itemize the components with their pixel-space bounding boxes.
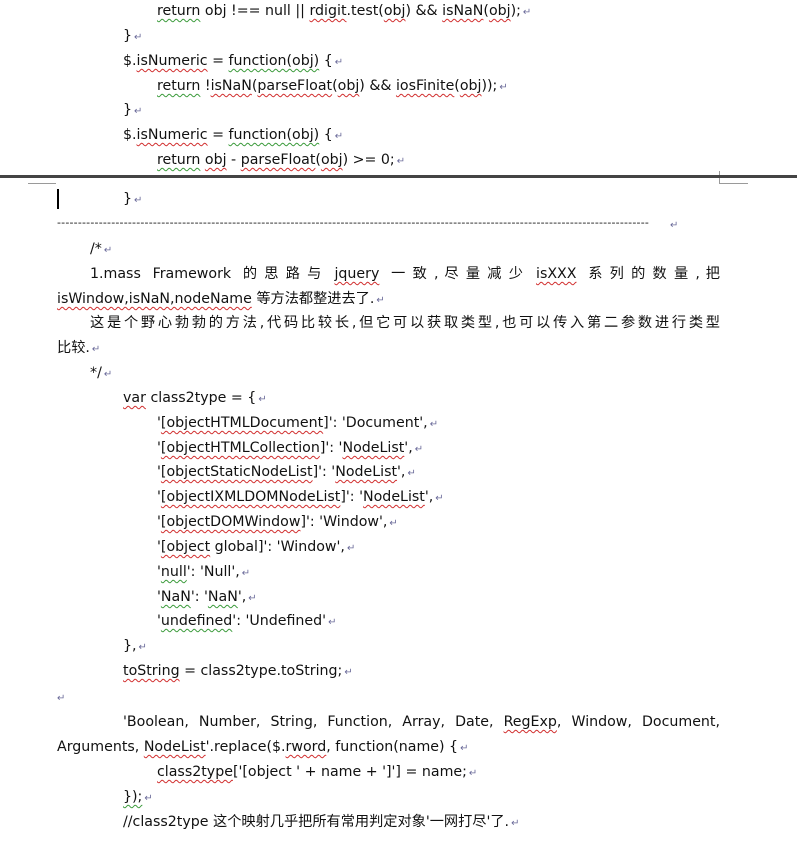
paragraph-mark-icon: ↵	[522, 7, 532, 18]
document-page: return obj !== null || rdigit.test(obj) …	[0, 0, 797, 842]
paragraph-mark-icon: ↵	[144, 793, 153, 804]
code-text: 'undefined': 'Undefined'	[157, 613, 327, 629]
paragraph-mark-icon: ↵	[103, 369, 113, 380]
code-text: Arguments, NodeList'.replace($.rword, fu…	[57, 739, 459, 755]
code-line: return obj - parseFloat(obj) >= 0; ↵	[157, 151, 405, 171]
code-text: return obj !== null || rdigit.test(obj) …	[157, 3, 521, 19]
paragraph-mark-icon: ↵	[134, 32, 143, 43]
separator-text: ----------------------------------------…	[57, 216, 650, 229]
text-cursor	[57, 189, 59, 209]
paragraph-mark-icon: ↵	[91, 344, 101, 355]
paragraph-mark-icon: ↵	[134, 195, 143, 206]
comment-text: /*	[90, 241, 102, 257]
paragraph-mark-icon: ↵	[138, 642, 147, 653]
code-text: }	[123, 102, 133, 118]
code-text: '[object global]': 'Window',	[157, 539, 345, 555]
paragraph-mark-icon: ↵	[414, 444, 424, 455]
code-line: var class2type = {↵	[123, 389, 267, 409]
paragraph-line: 1.mass Framework 的 思 路 与 jquery 一 致 , 尽 …	[90, 265, 720, 283]
code-text: });	[123, 789, 143, 805]
code-text: return !isNaN(parseFloat(obj) && iosFini…	[157, 78, 498, 94]
code-line: '[objectDOMWindow]': 'Window', ↵	[157, 513, 398, 533]
paragraph-text: 这是个野心勃勃的方法,代码比较长,但它可以获取类型,也可以传入第二参数进行类型	[90, 315, 720, 331]
paragraph-mark-icon: ↵	[499, 82, 508, 93]
comment-text: //class2type 这个映射几乎把所有常用判定对象'一网打尽'了.	[123, 814, 510, 830]
code-text: }	[123, 28, 133, 44]
paragraph-mark-icon: ↵	[344, 667, 353, 678]
comment-close: */↵	[90, 364, 112, 384]
code-line: } ↵	[123, 190, 142, 210]
code-line: '[objectHTMLDocument]': 'Document', ↵	[157, 414, 438, 434]
paragraph-mark-icon: ↵	[468, 768, 478, 779]
paragraph-mark-icon: ↵	[435, 493, 444, 504]
code-text: }	[123, 191, 133, 207]
empty-line: ↵	[57, 688, 65, 708]
code-text: return obj - parseFloat(obj) >= 0;	[157, 152, 395, 168]
paragraph-mark-icon: ↵	[241, 568, 251, 579]
code-line: 'Boolean, Number, String, Function, Arra…	[123, 713, 720, 731]
paragraph-mark-icon: ↵	[134, 106, 143, 117]
code-line: }); ↵	[123, 788, 153, 808]
paragraph-text: isWindow,isNaN,nodeName 等方法都整进去了.	[57, 291, 375, 307]
code-line: '[objectIXMLDOMNodeList]': 'NodeList', ↵	[157, 488, 444, 508]
paragraph-mark-icon: ↵	[103, 245, 113, 256]
code-line: //class2type 这个映射几乎把所有常用判定对象'一网打尽'了. ↵	[123, 813, 519, 833]
paragraph-text: 1.mass Framework 的 思 路 与 jquery 一 致 , 尽 …	[90, 266, 720, 282]
code-line: '[object global]': 'Window', ↵	[157, 538, 355, 558]
code-text: },	[123, 638, 137, 654]
paragraph-mark-icon: ↵	[258, 394, 267, 405]
code-line: $.isNumeric = function(obj) {↵	[123, 52, 343, 72]
code-line: toString = class2type.toString; ↵	[123, 662, 353, 682]
code-line: return obj !== null || rdigit.test(obj) …	[157, 2, 531, 22]
code-line: 'undefined': 'Undefined' ↵	[157, 612, 336, 632]
code-line: '[objectHTMLCollection]': 'NodeList', ↵	[157, 439, 423, 459]
separator-line: ----------------------------------------…	[57, 214, 677, 232]
code-text: toString = class2type.toString;	[123, 663, 343, 679]
paragraph-mark-icon: ↵	[346, 543, 356, 554]
code-text: 'Boolean, Number, String, Function, Arra…	[123, 714, 720, 730]
code-line: return !isNaN(parseFloat(obj) && iosFini…	[157, 77, 508, 97]
code-line: '[objectStaticNodeList]': 'NodeList', ↵	[157, 463, 416, 483]
page-break	[0, 175, 797, 178]
paragraph-mark-icon: ↵	[511, 818, 520, 829]
paragraph-mark-icon: ↵	[334, 131, 344, 142]
code-text: '[objectHTMLCollection]': 'NodeList',	[157, 440, 413, 456]
code-line: }, ↵	[123, 637, 147, 657]
paragraph-mark-icon: ↵	[328, 617, 337, 628]
paragraph-mark-icon: ↵	[670, 220, 679, 231]
code-text: '[objectIXMLDOMNodeList]': 'NodeList',	[157, 489, 434, 505]
code-line: } ↵	[123, 27, 142, 47]
code-text: 'null': 'Null',	[157, 564, 240, 580]
code-line: $.isNumeric = function(obj) {↵	[123, 126, 343, 146]
code-text: '[objectDOMWindow]': 'Window',	[157, 514, 388, 530]
code-text: $.isNumeric = function(obj) {	[123, 127, 333, 143]
paragraph-line: isWindow,isNaN,nodeName 等方法都整进去了. ↵	[57, 290, 385, 310]
paragraph-text: 比较.	[57, 340, 90, 356]
code-line: class2type['[object ' + name + ']'] = na…	[157, 763, 477, 783]
paragraph-mark-icon: ↵	[376, 295, 385, 306]
code-text: '[objectHTMLDocument]': 'Document',	[157, 415, 428, 431]
comment-text: */	[90, 365, 102, 381]
paragraph-mark-icon: ↵	[407, 468, 416, 479]
paragraph-mark-icon: ↵	[460, 743, 469, 754]
paragraph-line: 比较. ↵	[57, 339, 100, 359]
paragraph-mark-icon: ↵	[57, 693, 66, 704]
code-line: } ↵	[123, 101, 142, 121]
paragraph-line: 这是个野心勃勃的方法,代码比较长,但它可以获取类型,也可以传入第二参数进行类型	[90, 314, 720, 332]
code-line: Arguments, NodeList'.replace($.rword, fu…	[57, 738, 468, 758]
code-text: 'NaN': 'NaN',	[157, 589, 247, 605]
paragraph-mark-icon: ↵	[396, 156, 406, 167]
paragraph-mark-icon: ↵	[389, 518, 398, 529]
code-line: 'null': 'Null', ↵	[157, 563, 250, 583]
paragraph-mark-icon: ↵	[429, 419, 439, 430]
paragraph-mark-icon: ↵	[334, 57, 344, 68]
separator-mark: ↵	[668, 215, 678, 235]
comment-open: /* ↵	[90, 240, 112, 260]
code-text: class2type['[object ' + name + ']'] = na…	[157, 764, 467, 780]
code-text: var class2type = {	[123, 390, 257, 406]
code-line: 'NaN': 'NaN', ↵	[157, 588, 257, 608]
code-text: $.isNumeric = function(obj) {	[123, 53, 333, 69]
paragraph-mark-icon: ↵	[248, 593, 257, 604]
code-text: '[objectStaticNodeList]': 'NodeList',	[157, 464, 406, 480]
